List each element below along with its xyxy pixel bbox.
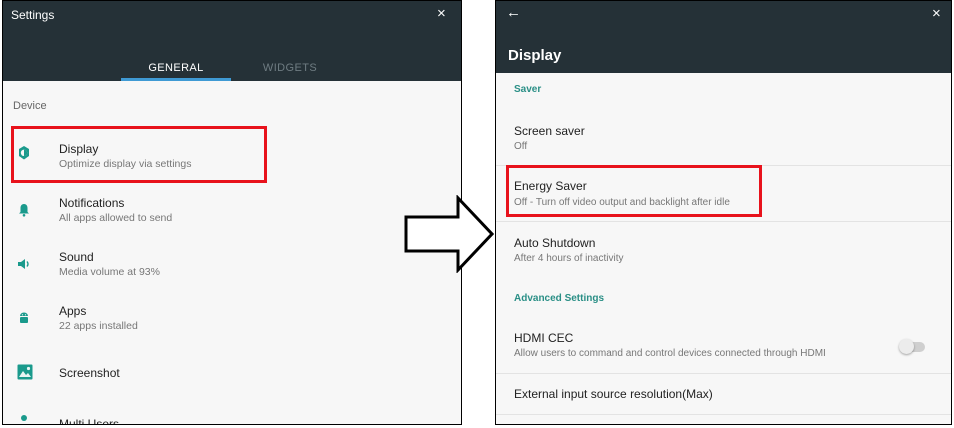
settings-panel: Settings × GENERAL WIDGETS Device Displa… [2, 0, 462, 425]
bell-icon [19, 204, 29, 217]
settings-header: Settings × GENERAL WIDGETS [3, 1, 461, 81]
active-tab-indicator [121, 78, 231, 81]
settings-item-external-input-resolution[interactable]: External input source resolution(Max) [496, 374, 951, 414]
tab-general[interactable]: GENERAL [121, 62, 231, 74]
close-icon[interactable]: × [437, 6, 446, 21]
divider [496, 414, 951, 415]
auto-shutdown-subtitle: After 4 hours of inactivity [514, 253, 624, 264]
screen-saver-subtitle: Off [514, 141, 528, 152]
highlight-box-display [11, 126, 267, 183]
sound-subtitle: Media volume at 93% [59, 266, 160, 278]
hdmi-cec-subtitle: Allow users to command and control devic… [514, 348, 826, 359]
settings-item-hdmi-cec[interactable]: HDMI CEC Allow users to command and cont… [496, 319, 951, 373]
external-input-title: External input source resolution(Max) [514, 387, 713, 401]
settings-item-auto-shutdown[interactable]: Auto Shutdown After 4 hours of inactivit… [496, 222, 951, 280]
settings-item-screen-saver[interactable]: Screen saver Off [496, 111, 951, 165]
user-icon [21, 415, 27, 421]
highlight-box-energy-saver [506, 165, 762, 217]
settings-item-multi-users[interactable]: Multi Users [3, 407, 461, 425]
settings-item-apps[interactable]: Apps 22 apps installed [3, 295, 461, 345]
hdmi-cec-title: HDMI CEC [514, 331, 574, 345]
notifications-title: Notifications [59, 196, 125, 210]
display-settings-panel: ← × Display Saver Screen saver Off Energ… [495, 0, 952, 425]
auto-shutdown-title: Auto Shutdown [514, 236, 596, 250]
screenshot-title: Screenshot [59, 366, 120, 380]
section-device: Device [13, 100, 47, 112]
section-advanced: Advanced Settings [514, 293, 605, 304]
settings-item-sound[interactable]: Sound Media volume at 93% [3, 241, 461, 291]
tab-widgets[interactable]: WIDGETS [235, 62, 345, 74]
close-icon[interactable]: × [932, 6, 941, 21]
screen-saver-title: Screen saver [514, 124, 585, 138]
notifications-subtitle: All apps allowed to send [59, 212, 173, 224]
hdmi-cec-toggle-knob[interactable] [899, 339, 914, 354]
sound-title: Sound [59, 250, 94, 264]
flow-arrow [404, 195, 494, 273]
section-saver: Saver [514, 84, 542, 95]
back-arrow-icon[interactable]: ← [506, 4, 521, 21]
android-icon [20, 312, 28, 323]
volume-icon [18, 259, 29, 269]
apps-title: Apps [59, 304, 87, 318]
display-header: ← × Display [496, 1, 951, 73]
settings-item-screenshot[interactable]: Screenshot [3, 351, 461, 395]
window-title: Settings [11, 8, 55, 22]
multi-users-title: Multi Users [59, 417, 120, 425]
settings-item-notifications[interactable]: Notifications All apps allowed to send [3, 187, 461, 237]
image-icon [17, 364, 33, 380]
page-title: Display [508, 47, 562, 64]
apps-subtitle: 22 apps installed [59, 320, 138, 332]
